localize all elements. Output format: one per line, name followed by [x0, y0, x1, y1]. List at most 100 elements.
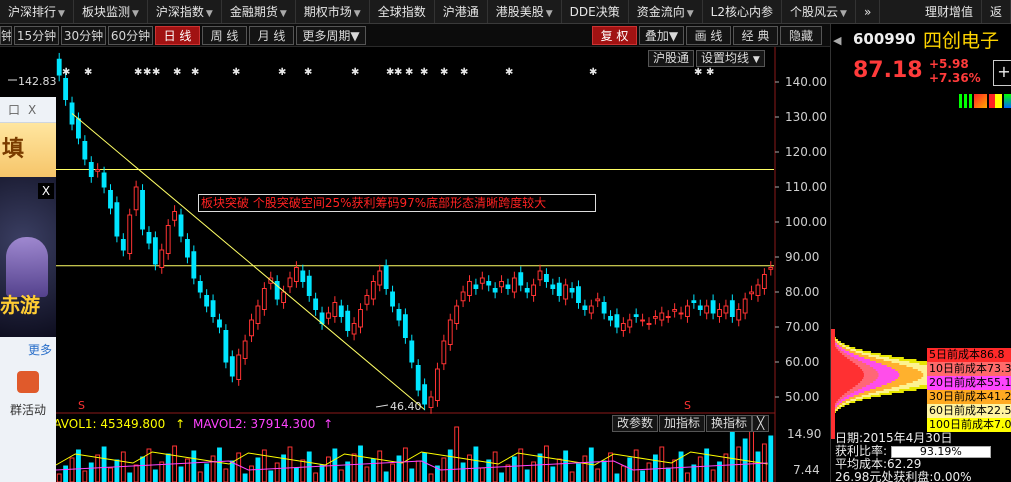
- candle-body: [768, 267, 774, 270]
- candle-body: [736, 309, 742, 321]
- volume-bar: [140, 456, 145, 482]
- volume-bar: [608, 452, 613, 482]
- menu-item-label: 全球指数: [377, 4, 426, 19]
- candle-body: [595, 298, 601, 302]
- cost-profile-bar: [831, 387, 853, 389]
- cost-profile-bar: [831, 423, 835, 425]
- candle-body: [326, 312, 331, 319]
- restore-icon[interactable]: 口: [8, 101, 20, 118]
- change-params-button[interactable]: 改参数: [612, 415, 659, 432]
- period-weekly-button[interactable]: 周 线: [202, 26, 247, 45]
- close-icon[interactable]: ╳: [752, 415, 770, 432]
- cost-profile-bar: [831, 383, 858, 385]
- ad-banner-top[interactable]: 填: [0, 123, 56, 177]
- chevron-down-icon: ▼: [205, 8, 213, 19]
- flag-chart-icon[interactable]: [989, 94, 1002, 108]
- cost-profile-bar: [831, 363, 856, 365]
- high-price-label: 142.83: [18, 75, 57, 88]
- profit-label: 获利比率:: [835, 444, 888, 458]
- back-arrow-icon[interactable]: ◀: [833, 34, 841, 47]
- candle-body: [576, 286, 581, 303]
- mini-chart-icon[interactable]: [1004, 94, 1011, 108]
- candle-body: [531, 284, 537, 296]
- period-1min-button[interactable]: 钟: [0, 26, 12, 45]
- cost-stats: 日期:2015年4月30日 获利比率: 93.19% 平均成本:62.29 26…: [835, 432, 1011, 482]
- more-link[interactable]: 更多: [0, 337, 56, 363]
- volume-bar: [300, 459, 306, 482]
- more-periods-dropdown[interactable]: 更多周期▼: [296, 26, 366, 45]
- volume-bar: [229, 460, 235, 482]
- close-icon[interactable]: X: [38, 183, 54, 199]
- menu-item-10[interactable]: L2核心内参: [703, 0, 782, 23]
- menu-item-4[interactable]: 期权市场 ▼: [296, 0, 370, 23]
- candle-body: [184, 239, 190, 258]
- volume-bar: [499, 472, 504, 482]
- volume-bar: [69, 457, 75, 482]
- menu-item-14[interactable]: 返: [982, 0, 1011, 23]
- volume-bar: [672, 459, 678, 482]
- menu-item-2[interactable]: 沪深指数 ▼: [148, 0, 222, 23]
- hgt-chip[interactable]: 沪股通: [648, 50, 695, 67]
- candle-body: [223, 330, 229, 363]
- volume-bar: [511, 456, 517, 482]
- cost-profile-bar: [831, 339, 835, 341]
- candle-body: [95, 169, 101, 172]
- group-activity[interactable]: 群活动: [0, 363, 56, 433]
- volume-bar: [293, 467, 299, 482]
- volume-bar: [537, 453, 543, 482]
- period-15min-button[interactable]: 15分钟: [14, 26, 59, 45]
- period-60min-button[interactable]: 60分钟: [108, 26, 153, 45]
- menu-item-8[interactable]: DDE决策: [562, 0, 629, 23]
- adjust-button[interactable]: 复 权: [592, 26, 637, 45]
- add-indicator-button[interactable]: 加指标: [659, 415, 706, 432]
- volume-bar: [210, 455, 216, 482]
- hide-button[interactable]: 隐藏: [780, 26, 822, 45]
- volume-bar: [569, 471, 575, 482]
- candle-body: [191, 251, 197, 279]
- draw-line-button[interactable]: 画 线: [686, 26, 731, 45]
- cost-profile-bar: [831, 333, 835, 335]
- candle-body: [627, 319, 633, 328]
- menu-item-7[interactable]: 港股美股 ▼: [488, 0, 562, 23]
- up-arrow-icon: ↑: [323, 417, 334, 431]
- add-watchlist-button[interactable]: +: [993, 60, 1011, 86]
- period-30min-button[interactable]: 30分钟: [61, 26, 106, 45]
- volume-bar: [133, 464, 139, 482]
- menu-item-1[interactable]: 板块监测 ▼: [74, 0, 148, 23]
- volume-bar: [633, 449, 639, 482]
- volume-bar: [396, 455, 402, 482]
- menu-item-0[interactable]: 沪深排行 ▼: [0, 0, 74, 23]
- menu-item-5[interactable]: 全球指数: [370, 0, 435, 23]
- candle-body: [383, 265, 389, 289]
- menu-item-11[interactable]: 个股风云 ▼: [782, 0, 856, 23]
- close-icon[interactable]: X: [28, 103, 36, 117]
- candle-body: [691, 300, 697, 303]
- cost-profile-bar: [831, 419, 835, 421]
- candle-body: [460, 291, 466, 302]
- bar-chart-icon[interactable]: [959, 94, 972, 108]
- candle-body: [524, 288, 530, 293]
- candle-body: [582, 305, 588, 310]
- menu-item-3[interactable]: 金融期货 ▼: [222, 0, 296, 23]
- switch-indicator-button[interactable]: 换指标: [706, 415, 753, 432]
- period-daily-button[interactable]: 日 线: [155, 26, 200, 45]
- classic-button[interactable]: 经 典: [733, 26, 778, 45]
- candle-body: [710, 300, 716, 314]
- menu-item-9[interactable]: 资金流向 ▼: [629, 0, 703, 23]
- volume-bar: [217, 447, 222, 482]
- color-chart-icon[interactable]: [974, 94, 987, 108]
- volume-bar: [364, 466, 370, 482]
- menu-item-12[interactable]: »: [856, 0, 881, 23]
- volume-bar: [409, 468, 415, 482]
- period-monthly-button[interactable]: 月 线: [249, 26, 294, 45]
- event-marker: ✱: [440, 67, 448, 78]
- ma-settings-dropdown[interactable]: 设置均线 ▼: [696, 50, 765, 67]
- overlay-dropdown[interactable]: 叠加▼: [639, 26, 684, 45]
- ad-banner-game[interactable]: X 赤游: [0, 177, 56, 337]
- menu-item-13[interactable]: 理财增值: [917, 0, 982, 23]
- menu-item-label: L2核心内参: [710, 4, 773, 19]
- group-activity-label: 群活动: [9, 403, 46, 417]
- volume-bar: [63, 465, 69, 482]
- kline-chart[interactable]: 140.00 130.00 120.00 110.00 100.00 90.00 80.00…: [0, 47, 830, 482]
- menu-item-6[interactable]: 沪港通: [435, 0, 488, 23]
